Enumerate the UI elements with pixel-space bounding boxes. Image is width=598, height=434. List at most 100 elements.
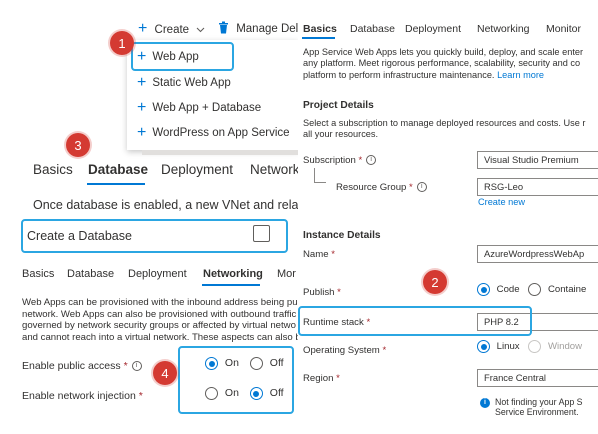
- tab-networking-small[interactable]: Networking: [203, 268, 263, 280]
- intro-line: App Service Web Apps lets you quickly bu…: [303, 47, 584, 57]
- radio-label-linux: Linux: [496, 341, 520, 353]
- resource-group-label: Resource Group * i: [336, 182, 427, 193]
- tab-deployment-small[interactable]: Deployment: [128, 268, 187, 280]
- tab-monitor-right[interactable]: Monitor: [546, 23, 581, 35]
- info-icon: i: [131, 361, 142, 372]
- notice-line: Service Environment.: [495, 407, 579, 417]
- tab-basics[interactable]: Basics: [33, 162, 73, 177]
- info-icon: i: [416, 182, 427, 193]
- tree-connector: [314, 168, 315, 182]
- publish-label: Publish *: [303, 287, 341, 298]
- plus-icon: +: [138, 20, 148, 37]
- step-badge-1: 1: [110, 31, 134, 55]
- database-intro-text: Once database is enabled, a new VNet and…: [33, 198, 298, 212]
- name-input[interactable]: AzureWordpressWebAp: [477, 245, 598, 263]
- highlight-runtime-stack: [298, 306, 532, 336]
- region-select[interactable]: France Central: [477, 369, 598, 387]
- radio-publish-code[interactable]: [477, 283, 490, 296]
- radio-label-code: Code: [496, 284, 520, 296]
- project-details-heading: Project Details: [303, 100, 374, 111]
- right-intro: App Service Web Apps lets you quickly bu…: [303, 47, 583, 81]
- name-label-text: Name: [303, 249, 329, 260]
- network-injection-label: Enable network injection *: [22, 390, 143, 402]
- info-icon: i: [366, 155, 377, 166]
- menu-item-label: WordPress on App Service: [152, 127, 290, 139]
- desc-line: all your resources.: [303, 129, 379, 140]
- left-panel: + Create Manage Dele Su tu + Web App + S…: [0, 0, 298, 434]
- manage-deleted-label: Manage Dele: [236, 23, 298, 35]
- tab-deployment-right[interactable]: Deployment: [405, 23, 461, 35]
- right-active-tab-underline: [302, 37, 335, 39]
- create-new-link[interactable]: Create new: [478, 197, 525, 207]
- step-badge-4: 4: [153, 361, 177, 385]
- paragraph-line: network. Web Apps can also be provisione…: [22, 308, 297, 320]
- highlight-create-database: [21, 219, 288, 253]
- os-label-text: Operating System: [303, 345, 380, 356]
- os-radio-group: Linux Window: [477, 340, 582, 353]
- manage-deleted-button[interactable]: Manage Dele: [218, 21, 298, 37]
- name-label: Name *: [303, 249, 335, 260]
- paragraph-line: governed by network security groups or a…: [22, 320, 296, 332]
- paragraph-line: Web Apps can be provisioned with the inb…: [22, 297, 298, 308]
- project-details-desc: Select a subscription to manage deployed…: [303, 118, 585, 141]
- menu-item-wordpress[interactable]: + WordPress on App Service: [127, 122, 290, 144]
- subscription-label: Subscription * i: [303, 155, 377, 166]
- tab-basics-small[interactable]: Basics: [22, 268, 54, 280]
- tab-database-small[interactable]: Database: [67, 268, 114, 280]
- intro-line: platform to perform infrastructure maint…: [303, 69, 495, 80]
- radio-os-windows[interactable]: [528, 340, 542, 353]
- instance-details-heading: Instance Details: [303, 230, 381, 241]
- info-icon: i: [480, 398, 490, 408]
- networking-description: Web Apps can be provisioned with the inb…: [22, 297, 298, 343]
- tab-networking-right[interactable]: Networking: [477, 23, 530, 35]
- menu-item-label: Static Web App: [152, 77, 231, 89]
- radio-label-container: Containe: [547, 284, 587, 296]
- publish-label-text: Publish: [303, 287, 335, 298]
- highlight-network-radios: [178, 346, 294, 414]
- tab-database-right[interactable]: Database: [350, 23, 395, 35]
- trash-icon: [218, 21, 229, 37]
- region-label-text: Region: [303, 373, 334, 384]
- plus-icon: +: [137, 74, 147, 91]
- public-access-label-text: Enable public access: [22, 360, 121, 372]
- learn-more-link[interactable]: Learn more: [497, 70, 544, 80]
- active-tab-underline: [87, 183, 145, 185]
- subscription-select[interactable]: Visual Studio Premium: [477, 151, 598, 169]
- app-service-notice: Not finding your App S Service Environme…: [495, 397, 583, 417]
- plus-icon: +: [137, 124, 147, 141]
- radio-os-linux[interactable]: [477, 340, 490, 353]
- create-button[interactable]: + Create: [138, 21, 205, 37]
- highlight-web-app: [131, 42, 234, 71]
- radio-publish-container[interactable]: [528, 283, 542, 296]
- subscription-label-text: Subscription: [303, 155, 356, 166]
- tab-database[interactable]: Database: [88, 162, 148, 177]
- menu-item-static-web-app[interactable]: + Static Web App: [127, 72, 231, 94]
- step-badge-2: 2: [423, 270, 447, 294]
- menu-item-label: Web App + Database: [152, 102, 262, 114]
- notice-line: Not finding your App S: [495, 397, 583, 407]
- intro-line: any platform. Meet rigorous performance,…: [303, 58, 581, 69]
- divider: [142, 150, 298, 155]
- tab-network[interactable]: Network: [250, 162, 298, 177]
- desc-line: Select a subscription to manage deployed…: [303, 118, 586, 128]
- publish-radio-group: Code Containe: [477, 283, 586, 296]
- plus-icon: +: [137, 99, 147, 116]
- tab-more-small[interactable]: Mor: [277, 268, 296, 280]
- public-access-label: Enable public access * i: [22, 360, 142, 372]
- menu-item-web-app-database[interactable]: + Web App + Database: [127, 97, 261, 119]
- chevron-down-icon: [196, 24, 205, 36]
- network-injection-label-text: Enable network injection: [22, 390, 136, 402]
- tab-deployment[interactable]: Deployment: [161, 162, 233, 177]
- resource-group-label-text: Resource Group: [336, 182, 407, 193]
- right-panel: Basics Database Deployment Networking Mo…: [298, 0, 598, 434]
- tab-basics-right[interactable]: Basics: [303, 23, 337, 35]
- paragraph-line: and cannot reach into a virtual network.…: [22, 331, 298, 343]
- tree-connector: [314, 182, 326, 183]
- operating-system-label: Operating System *: [303, 345, 387, 356]
- region-label: Region *: [303, 373, 340, 384]
- create-label: Create: [154, 24, 190, 36]
- active-small-tab-underline: [202, 284, 260, 286]
- radio-label-windows: Window: [547, 341, 583, 353]
- step-badge-3: 3: [66, 133, 90, 157]
- resource-group-select[interactable]: RSG-Leo: [477, 178, 598, 196]
